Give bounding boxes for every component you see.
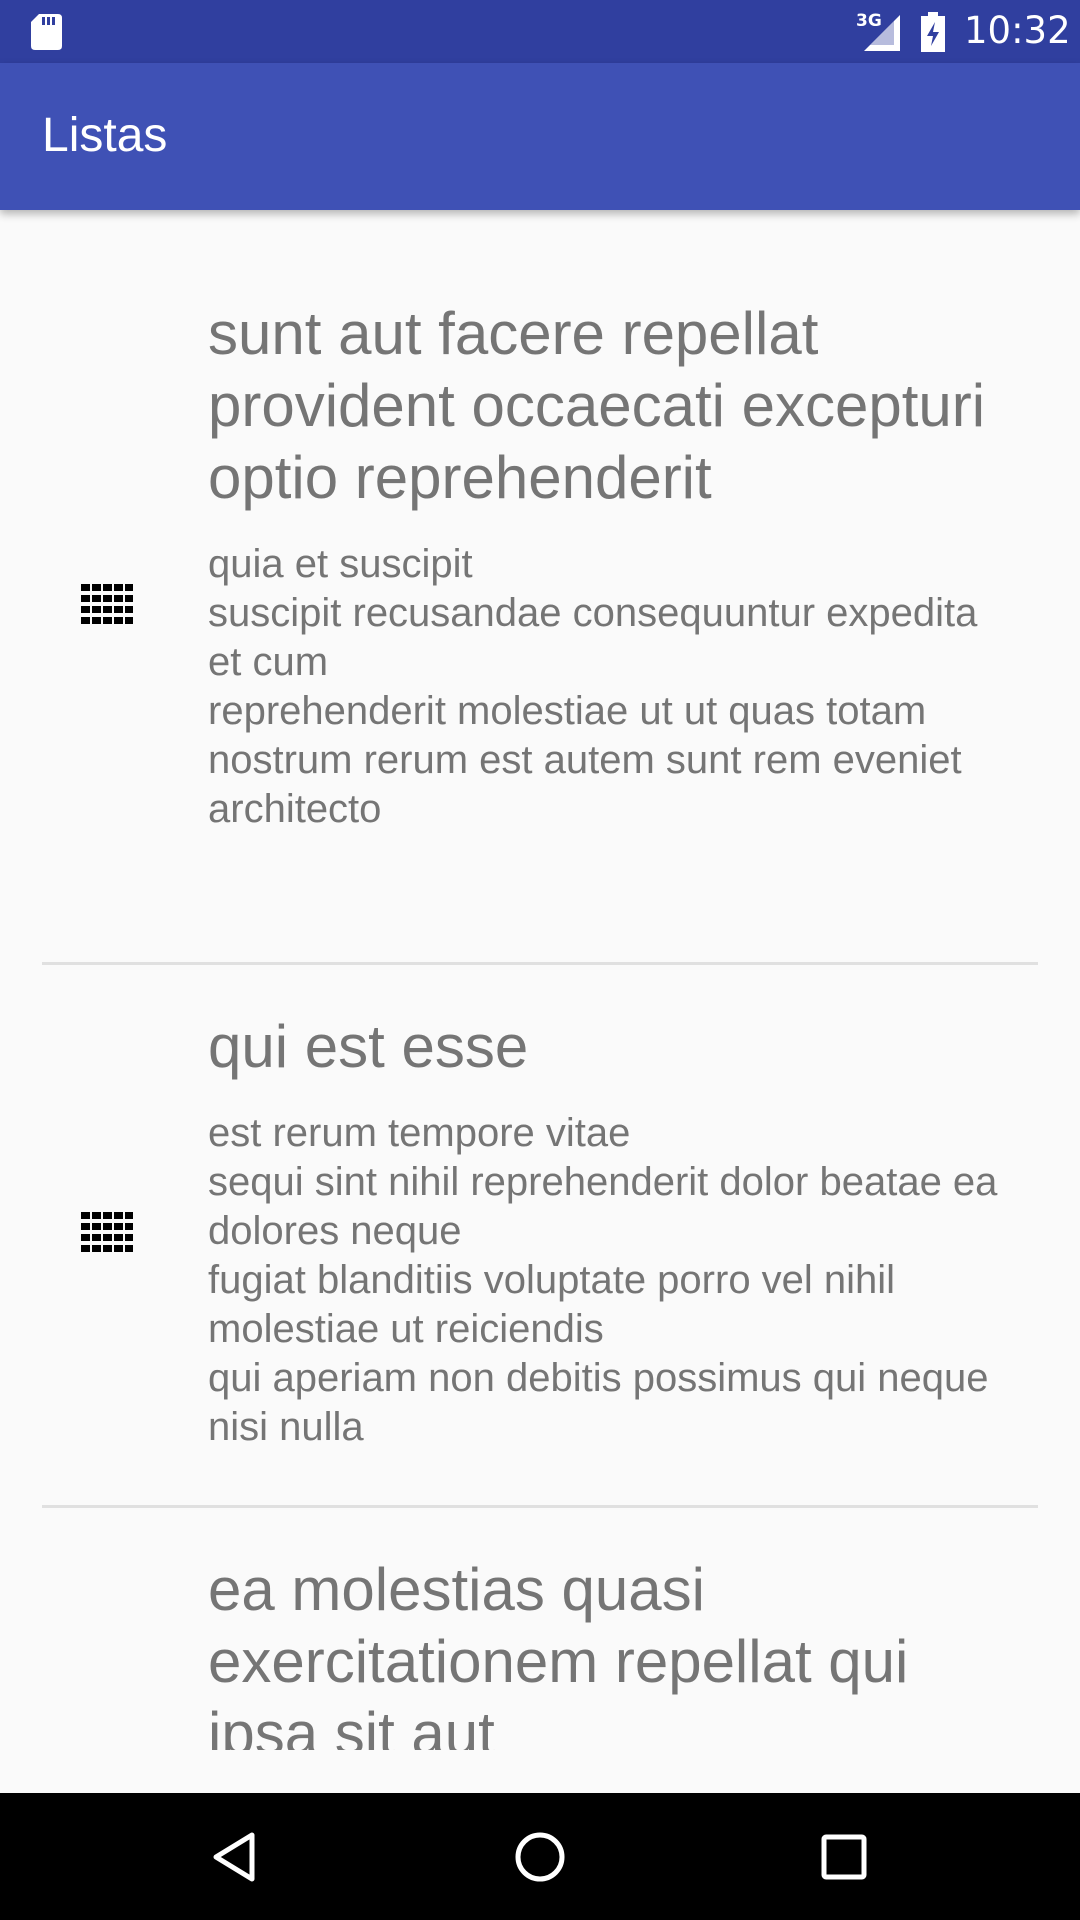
battery-charging-icon xyxy=(921,12,945,52)
post-list[interactable]: sunt aut facere repellat provident occae… xyxy=(0,210,1080,1750)
item-body: quia et suscipit suscipit recusandae con… xyxy=(208,542,978,831)
sd-card-icon xyxy=(31,14,62,50)
list-item[interactable]: sunt aut facere repellat provident occae… xyxy=(0,210,1080,962)
cellular-signal-icon: 3G xyxy=(856,11,902,51)
list-item[interactable]: ea molestias quasi exercitationem repell… xyxy=(0,1508,1080,1750)
navigation-bar xyxy=(0,1793,1080,1920)
back-icon[interactable] xyxy=(208,1829,264,1885)
home-icon[interactable] xyxy=(512,1829,568,1885)
item-title: qui est esse xyxy=(208,1013,529,1080)
grid-icon xyxy=(81,1212,133,1252)
status-bar: 3G 10:32 xyxy=(0,0,1080,63)
app-bar: Listas xyxy=(0,63,1080,210)
clock: 10:32 xyxy=(964,9,1071,52)
grid-icon xyxy=(81,584,133,624)
app-title: Listas xyxy=(42,109,168,162)
item-title: ea molestias quasi exercitationem repell… xyxy=(208,1556,909,1750)
list-item[interactable]: qui est esse est rerum tempore vitae seq… xyxy=(0,965,1080,1505)
item-body: est rerum tempore vitae sequi sint nihil… xyxy=(208,1111,998,1449)
recents-icon[interactable] xyxy=(816,1829,872,1885)
item-title: sunt aut facere repellat provident occae… xyxy=(208,300,986,511)
